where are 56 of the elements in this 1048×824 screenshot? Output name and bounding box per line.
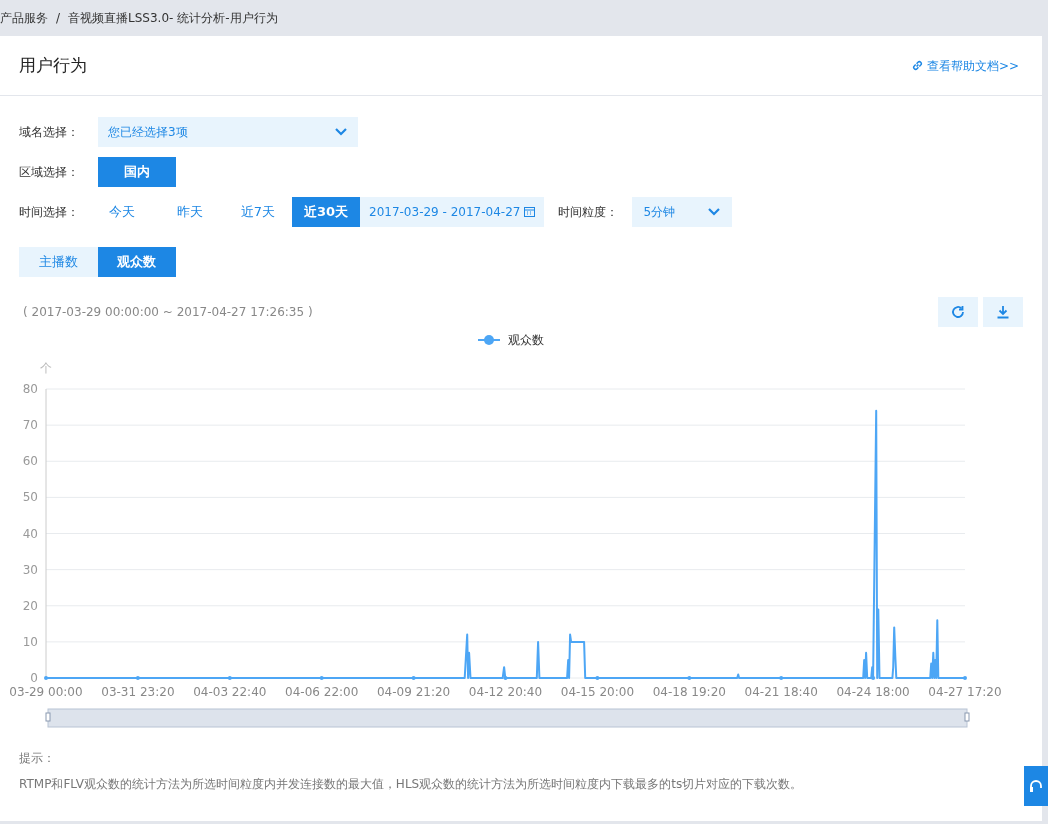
- y-tick-label: 70: [22, 418, 38, 433]
- option-tab[interactable]: 近30天: [292, 197, 360, 227]
- option-tab[interactable]: 昨天: [156, 197, 224, 227]
- x-tick-label: 04-27 17:20: [928, 685, 1002, 699]
- x-tick-label: 04-09 21:20: [376, 685, 451, 699]
- y-tick-label: 50: [22, 490, 38, 505]
- legend-label: 观众数: [508, 333, 544, 347]
- domain-select[interactable]: 您已经选择3项: [98, 117, 358, 147]
- support-button[interactable]: [1024, 766, 1048, 806]
- option-tab[interactable]: 观众数: [97, 247, 176, 277]
- option-tab[interactable]: 近7天: [224, 197, 292, 227]
- tip-heading: 提示：: [19, 750, 56, 767]
- x-tick-label: 04-06 22:00: [285, 685, 359, 699]
- field-label: 时间粒度：: [558, 204, 620, 221]
- x-tick-label: 04-12 20:40: [468, 685, 543, 699]
- page-title: 用户行为: [19, 53, 87, 77]
- y-tick-label: 60: [22, 454, 38, 469]
- headset-icon: [1029, 779, 1043, 793]
- option-tab[interactable]: 今天: [88, 197, 156, 227]
- option-tab[interactable]: 主播数: [19, 247, 98, 277]
- time-range-text: ( 2017-03-29 00:00:00 ~ 2017-04-27 17:26:35 ): [23, 304, 313, 321]
- y-tick-label: 80: [22, 382, 38, 396]
- legend-item[interactable]: 观众数: [477, 333, 544, 347]
- tip-text: RTMP和FLV观众数的统计方法为所选时间粒度内并发连接数的最大值，HLS观众数的统计方法为所选时间粒度内下载最多的ts切片对应的下载次数。: [19, 776, 804, 793]
- download-icon: [996, 305, 1010, 319]
- field-label: 域名选择：: [19, 124, 80, 141]
- chevron-down-icon: [707, 207, 722, 217]
- chevron-down-icon: [334, 127, 348, 137]
- x-tick-label: 04-03 22:40: [193, 685, 267, 699]
- refresh-icon: [951, 305, 965, 319]
- y-tick-label: 40: [22, 526, 38, 541]
- x-tick-label: 04-21 18:40: [744, 685, 818, 699]
- y-tick-label: 0: [30, 671, 38, 685]
- x-tick-label: 03-29 00:00: [9, 685, 83, 699]
- x-tick-label: 03-31 23:20: [101, 685, 175, 699]
- download-button[interactable]: [983, 297, 1023, 327]
- link-icon: [911, 60, 923, 71]
- field-label: 区域选择：: [19, 164, 80, 181]
- date-range-field[interactable]: 2017-03-29 - 2017-04-27: [360, 197, 545, 227]
- x-tick-label: 04-15 20:00: [560, 685, 635, 699]
- breadcrumb-separator: /: [56, 10, 61, 27]
- y-tick-label: 30: [22, 562, 38, 577]
- y-axis-unit: 个: [40, 361, 52, 375]
- refresh-button[interactable]: [938, 297, 978, 327]
- zoom-slider[interactable]: [45, 708, 970, 728]
- option-tab[interactable]: 国内: [98, 157, 176, 187]
- x-tick-label: 04-24 18:00: [836, 685, 910, 699]
- y-tick-label: 10: [22, 634, 38, 649]
- help-link[interactable]: 查看帮助文档>>: [911, 56, 1019, 75]
- granularity-select[interactable]: 5分钟: [632, 197, 733, 227]
- field-label: 时间选择：: [19, 204, 80, 221]
- x-tick-label: 04-18 19:20: [652, 685, 726, 699]
- calendar-icon: [524, 207, 536, 217]
- y-tick-label: 20: [22, 598, 38, 613]
- breadcrumb-item[interactable]: 产品服务: [0, 9, 48, 27]
- breadcrumb-item[interactable]: 音视频直播LSS3.0- 统计分析-用户行为: [68, 9, 278, 27]
